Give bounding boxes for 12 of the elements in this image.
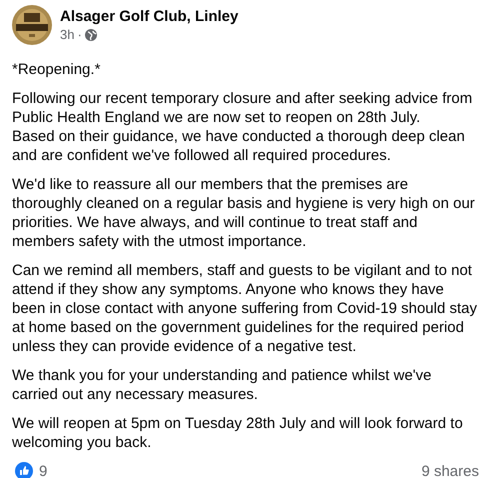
post-paragraph: Following our recent temporary closure and after seeking advice from Public Health England we are now set to reopen on 28th July. Based on their guidance, we have conducted a thorough deep clean and are confident we've followed all required procedures. (12, 89, 474, 165)
post-paragraph: Can we remind all members, staff and guests to be vigilant and to not attend if they show any symptoms. Anyone who knows they have been in close contact with anyone suffering from Covid-19 should stay at home based on the government guidelines for the required period unless they can provide evidence of a negative test. (12, 261, 478, 356)
post-paragraph: *Reopening.* (12, 60, 102, 79)
post-paragraph: We'd like to reassure all our members that the premises are thoroughly cleaned on a regular basis and hygiene is very high on our priorities. We have always, and will continue to treat staff and members safety with the utmost importance. (12, 175, 476, 251)
shares-count[interactable]: 9 shares (421, 462, 479, 478)
reaction-count[interactable]: 9 (39, 462, 48, 478)
separator-dot: · (77, 27, 82, 42)
post-paragraph: We thank you for your understanding and patience whilst we've carried out any necessary measures. (12, 366, 433, 404)
like-icon[interactable] (15, 462, 33, 478)
post-time[interactable]: 3h (60, 27, 74, 42)
author-name[interactable]: Alsager Golf Club, Linley (60, 8, 238, 25)
post-paragraph: We will reopen at 5pm on Tuesday 28th July and will look forward to welcoming you back. (12, 414, 464, 452)
